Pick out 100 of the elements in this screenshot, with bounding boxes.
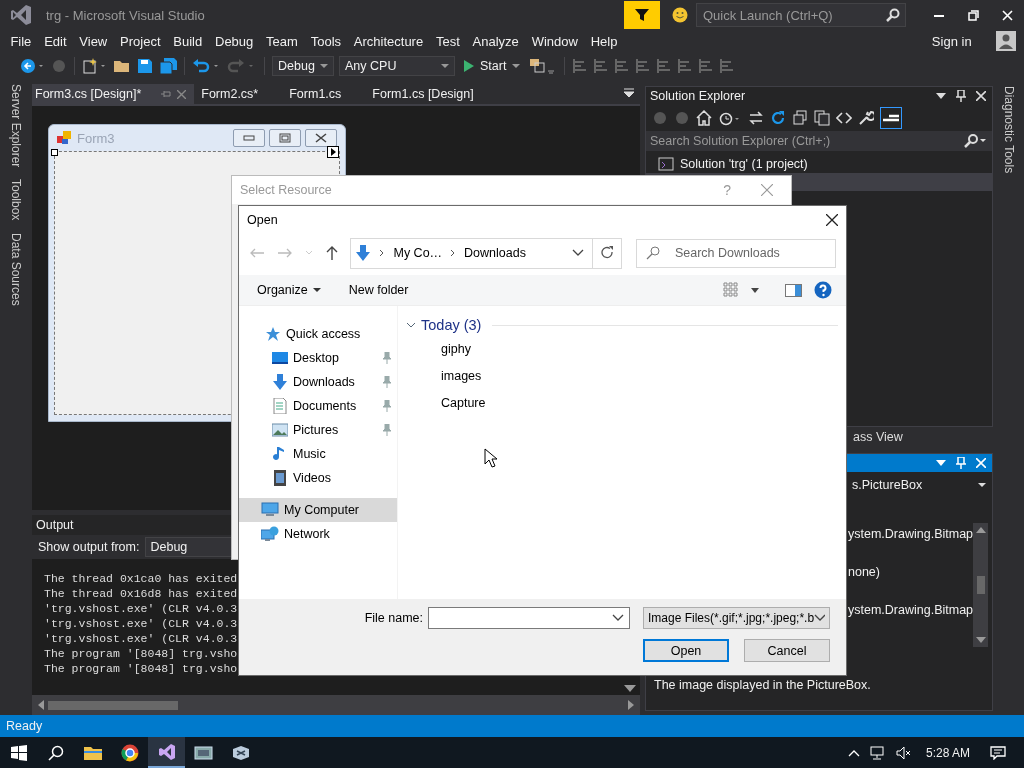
save-icon[interactable] <box>136 58 154 74</box>
save-all-icon[interactable] <box>159 58 177 74</box>
nav-item[interactable]: My Computer <box>239 498 397 522</box>
property-value[interactable]: none) <box>848 563 974 582</box>
document-tab[interactable]: Form1.cs [Design] <box>369 84 498 104</box>
account-icon[interactable] <box>996 31 1016 51</box>
layout-icon[interactable] <box>572 58 589 74</box>
search-icon[interactable] <box>47 744 64 761</box>
scroll-thumb[interactable] <box>48 700 178 710</box>
chevron-down-icon[interactable] <box>571 249 584 257</box>
app-icon[interactable] <box>230 744 251 761</box>
menu-item[interactable]: Edit <box>37 30 73 52</box>
property-value[interactable]: ystem.Drawing.Bitmap <box>848 601 974 620</box>
scroll-right-icon[interactable] <box>628 700 634 710</box>
clock[interactable]: 5:28 AM <box>925 745 970 760</box>
scroll-left-icon[interactable] <box>38 700 44 710</box>
download-entry[interactable]: images <box>406 363 838 390</box>
menu-item[interactable]: Debug <box>208 30 260 52</box>
configuration-dropdown[interactable]: Debug <box>272 56 334 76</box>
horizontal-scrollbar[interactable] <box>32 695 640 715</box>
browser-icon[interactable] <box>120 743 139 762</box>
object-dropdown[interactable]: s.PictureBox <box>646 475 992 495</box>
layout-icon[interactable] <box>719 58 736 74</box>
download-entry[interactable]: giphy <box>406 336 838 363</box>
scroll-down-icon[interactable] <box>975 637 986 643</box>
search-field[interactable]: Search Solution Explorer (Ctrl+;) <box>646 131 992 151</box>
nav-item[interactable]: Quick access <box>239 322 397 346</box>
side-tab[interactable]: Data Sources <box>9 232 23 306</box>
menu-item[interactable]: Tools <box>304 30 348 52</box>
nav-item[interactable]: Videos <box>239 466 397 490</box>
layout-icon[interactable] <box>698 58 715 74</box>
start-button[interactable]: Start <box>460 59 525 73</box>
menu-item[interactable]: View <box>72 30 114 52</box>
code-icon[interactable] <box>836 110 852 126</box>
wrench-icon[interactable] <box>858 110 874 126</box>
chevron-down-icon[interactable] <box>406 322 416 328</box>
file-name-field[interactable] <box>428 607 630 629</box>
help-icon[interactable] <box>814 281 832 299</box>
menu-item[interactable]: Test <box>429 30 467 52</box>
resize-handle[interactable] <box>51 149 58 156</box>
collapse-icon[interactable] <box>792 110 808 126</box>
smart-tag-button[interactable] <box>327 146 339 158</box>
menu-item[interactable]: Build <box>166 30 209 52</box>
nav-item[interactable]: Desktop <box>239 346 397 370</box>
breadcrumb-item[interactable]: My Co… <box>393 246 443 260</box>
scroll-up-icon[interactable] <box>975 527 986 533</box>
property-value[interactable]: ystem.Drawing.Bitmap <box>848 525 974 544</box>
up-arrow-icon[interactable] <box>324 245 339 261</box>
menu-item[interactable]: Team <box>259 30 305 52</box>
app-icon[interactable] <box>193 744 214 761</box>
tree-item[interactable]: Solution 'trg' (1 project) <box>646 155 992 173</box>
chevron-down-icon[interactable] <box>612 614 624 622</box>
smiley-icon[interactable] <box>672 7 688 23</box>
side-tab[interactable]: Server Explorer <box>9 84 23 168</box>
copy-icon[interactable] <box>814 110 830 126</box>
new-project-icon[interactable] <box>82 58 108 74</box>
taskbar-button[interactable] <box>148 737 185 768</box>
nav-item[interactable]: Documents <box>239 394 397 418</box>
nav-item[interactable]: Pictures <box>239 418 397 442</box>
menu-item[interactable]: Window <box>525 30 585 52</box>
dialog-button[interactable]: Cancel <box>744 639 830 662</box>
folder-icon[interactable] <box>82 744 103 761</box>
vertical-scrollbar[interactable] <box>973 523 988 647</box>
file-type-dropdown[interactable]: Image Files(*.gif;*.jpg;*.jpeg;*.b <box>643 607 830 629</box>
folder-icon[interactable] <box>113 58 131 74</box>
caret-icon[interactable] <box>751 287 759 293</box>
new-folder-button[interactable]: New folder <box>348 283 409 297</box>
dropdown-icon[interactable] <box>624 88 634 98</box>
preview-pane-icon[interactable] <box>785 283 802 297</box>
dialog-button[interactable]: Open <box>643 639 729 662</box>
breadcrumb-item[interactable]: Downloads <box>464 246 526 260</box>
sign-in-link[interactable]: Sign in <box>925 30 978 52</box>
history-icon[interactable] <box>718 110 742 126</box>
notification-icon[interactable] <box>990 745 1006 760</box>
side-tab[interactable]: Toolbox <box>9 179 23 221</box>
refresh-icon[interactable] <box>600 246 615 260</box>
document-tab[interactable]: Form1.cs <box>286 84 366 104</box>
scroll-thumb[interactable] <box>976 576 985 594</box>
panel-tab[interactable]: ass View <box>853 430 903 444</box>
scroll-down-icon[interactable] <box>624 685 636 693</box>
quick-launch-field[interactable]: Quick Launch (Ctrl+Q) <box>696 3 906 27</box>
menu-item[interactable]: Project <box>113 30 167 52</box>
preview-toggle[interactable] <box>880 107 902 129</box>
muted-speaker-icon[interactable] <box>895 745 912 760</box>
back-icon[interactable] <box>20 58 46 74</box>
menu-item[interactable]: Help <box>584 30 624 52</box>
download-entry[interactable]: Capture <box>406 390 838 417</box>
nav-item[interactable]: Downloads <box>239 370 397 394</box>
layout-icon[interactable] <box>677 58 694 74</box>
refresh-icon[interactable] <box>770 110 786 126</box>
close-icon[interactable] <box>826 214 838 226</box>
feedback-button[interactable] <box>624 1 660 29</box>
address-bar[interactable]: My Co… Downloads <box>350 237 622 269</box>
layout-icon[interactable] <box>635 58 652 74</box>
organize-button[interactable]: Organize <box>257 283 321 297</box>
layout-icon[interactable] <box>614 58 631 74</box>
home-icon[interactable] <box>696 110 712 126</box>
side-tab[interactable]: Diagnostic Tools <box>1001 86 1016 715</box>
sync-icon[interactable] <box>748 110 764 126</box>
layout-icon[interactable] <box>656 58 673 74</box>
